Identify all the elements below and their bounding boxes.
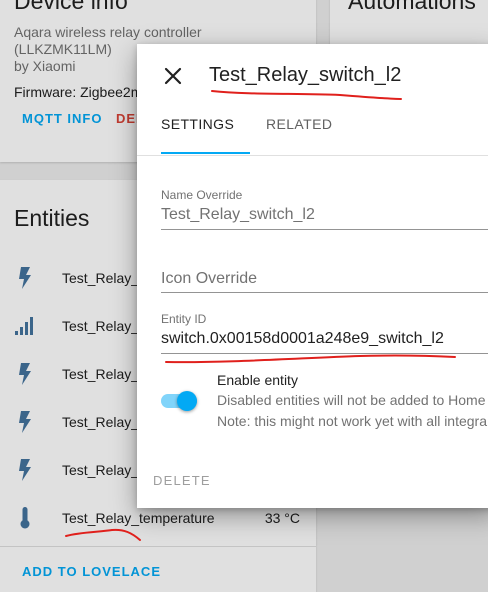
entity-id-label: Entity ID bbox=[161, 312, 207, 326]
entity-id-input[interactable]: switch.0x00158d0001a248e9_switch_l2 bbox=[161, 330, 444, 348]
enable-entity-note: Note: this might not work yet with all i… bbox=[217, 413, 488, 429]
name-override-input[interactable]: Test_Relay_switch_l2 bbox=[161, 206, 315, 224]
tabs-divider bbox=[137, 155, 488, 156]
entity-settings-dialog: Test_Relay_switch_l2 SETTINGS RELATED Na… bbox=[137, 44, 488, 508]
icon-override-input[interactable]: Icon Override bbox=[161, 270, 257, 288]
entity-id-underline bbox=[161, 353, 488, 354]
dialog-header: Test_Relay_switch_l2 bbox=[137, 44, 488, 106]
name-override-field[interactable]: Name Override Test_Relay_switch_l2 bbox=[161, 188, 488, 232]
name-override-underline bbox=[161, 229, 488, 230]
tab-settings[interactable]: SETTINGS bbox=[161, 116, 234, 156]
tab-related[interactable]: RELATED bbox=[266, 116, 332, 156]
delete-entity-button[interactable]: DELETE bbox=[153, 473, 211, 488]
close-icon[interactable] bbox=[161, 64, 185, 88]
enable-entity-help: Disabled entities will not be added to H… bbox=[217, 392, 486, 408]
enable-entity-label: Enable entity bbox=[217, 372, 298, 388]
name-override-label: Name Override bbox=[161, 188, 243, 202]
toggle-knob bbox=[177, 391, 197, 411]
icon-override-underline bbox=[161, 292, 488, 293]
icon-override-field[interactable]: Icon Override bbox=[161, 266, 488, 294]
dialog-title: Test_Relay_switch_l2 bbox=[209, 64, 402, 86]
active-tab-indicator bbox=[161, 152, 250, 154]
enable-entity-toggle[interactable] bbox=[161, 389, 199, 413]
entity-id-field[interactable]: Entity ID switch.0x00158d0001a248e9_swit… bbox=[161, 312, 488, 356]
